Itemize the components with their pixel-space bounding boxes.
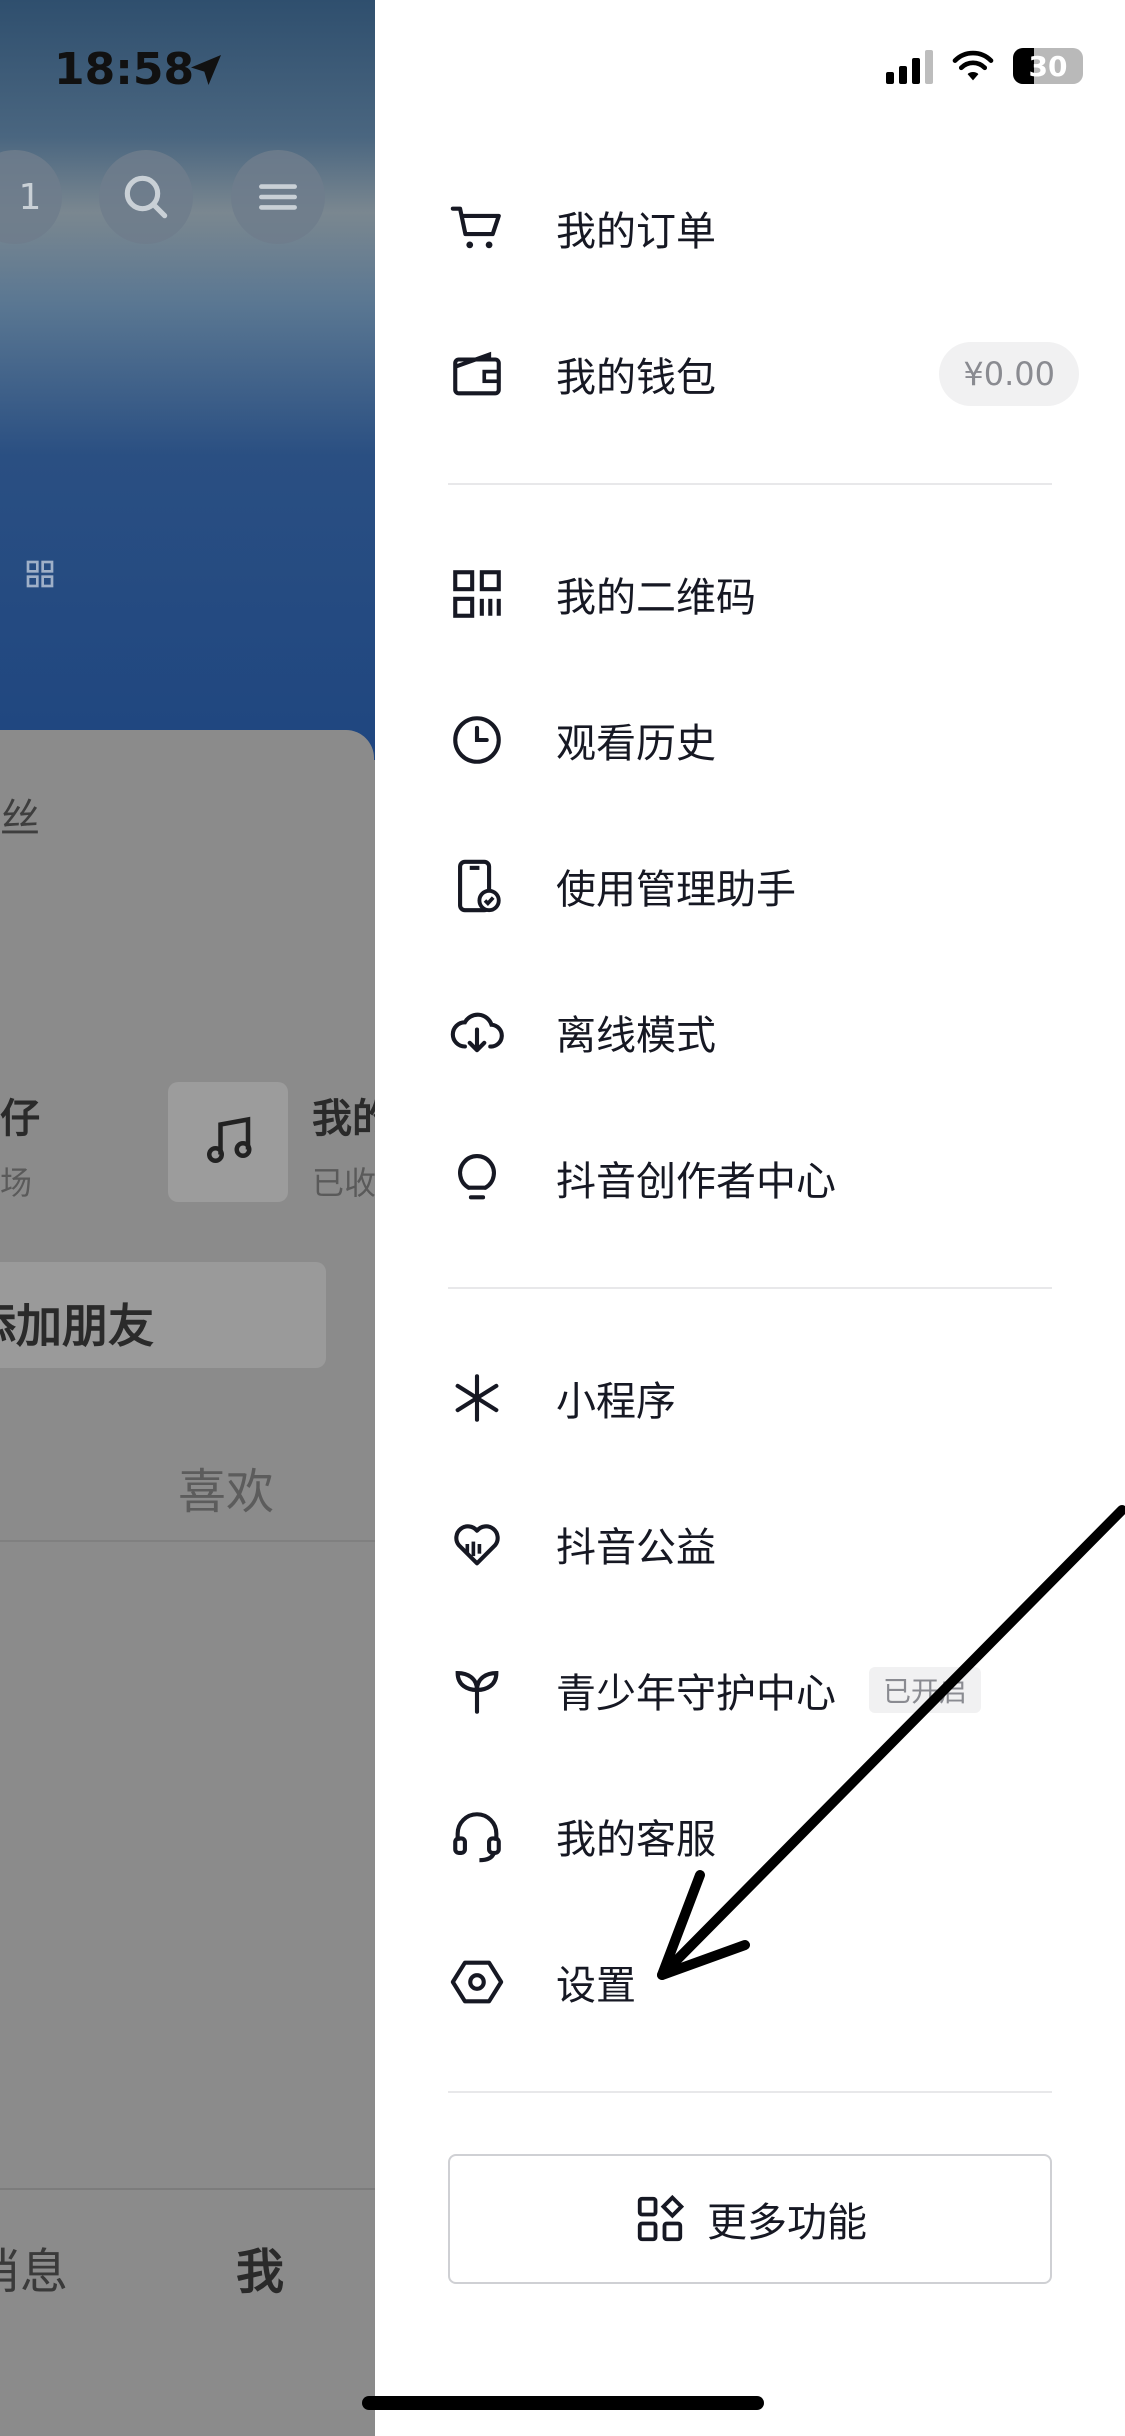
hexagon-settings-icon	[448, 1953, 506, 2011]
music-title: 我的	[312, 1096, 375, 1142]
menu-button[interactable]	[231, 150, 325, 244]
headset-icon	[448, 1807, 506, 1865]
hamburger-icon	[259, 184, 297, 210]
menu-item-settings[interactable]: 设置	[375, 1922, 1125, 2042]
qrcode-icon	[448, 565, 506, 623]
location-arrow-icon	[191, 55, 221, 85]
heart-charity-icon	[448, 1515, 506, 1573]
menu-item-teen-protection[interactable]: 青少年守护中心 已开启	[375, 1630, 1125, 1750]
menu-item-customer-service[interactable]: 我的客服	[375, 1776, 1125, 1896]
more-features-label: 更多功能	[707, 2200, 867, 2246]
add-friend-label: 添加朋友	[0, 1299, 154, 1353]
more-features-button[interactable]: 更多功能	[448, 2154, 1052, 2284]
nav-messages[interactable]: 消息	[0, 2232, 68, 2302]
tabbar-divider	[0, 2188, 375, 2190]
music-note-icon	[207, 1116, 252, 1163]
tabs-divider	[0, 1540, 375, 1542]
menu-item-history[interactable]: 观看历史	[375, 680, 1125, 800]
menu-divider	[448, 483, 1052, 485]
menu-item-qrcode[interactable]: 我的二维码	[375, 534, 1125, 654]
mini-program-icon	[448, 1369, 506, 1427]
tab-likes[interactable]: 喜欢	[178, 1452, 274, 1522]
profile-content-card	[0, 730, 374, 2436]
menu-item-mini-programs[interactable]: 小程序	[375, 1338, 1125, 1458]
menu-divider	[448, 2091, 1052, 2093]
status-indicators: 30	[886, 48, 1083, 84]
menu-item-charity[interactable]: 抖音公益	[375, 1484, 1125, 1604]
cart-icon	[448, 199, 506, 257]
apps-icon	[637, 2194, 685, 2242]
battery-icon: 30	[1013, 48, 1083, 84]
search-button[interactable]	[99, 150, 193, 244]
wallet-icon	[448, 345, 506, 403]
status-time: 18:58	[54, 44, 195, 95]
side-drawer: 30 我的订单 我的钱包 ¥0.00 我的二维码 观看历史 使用管理助手 离线模…	[362, 0, 1125, 2436]
menu-item-usage-assistant[interactable]: 使用管理助手	[375, 826, 1125, 946]
sprout-icon	[448, 1661, 506, 1719]
background-profile-page: 18:58 1 粉丝 子仔 广场 我的 已收 添加朋友 喜欢 消息 我	[0, 0, 375, 2436]
menu-item-offline-mode[interactable]: 离线模式	[375, 972, 1125, 1092]
qrcode-small-icon	[26, 560, 54, 588]
wifi-icon	[952, 50, 994, 81]
lightbulb-icon	[448, 1149, 506, 1207]
phone-check-icon	[448, 857, 506, 915]
home-indicator	[362, 2396, 764, 2410]
music-tile[interactable]	[168, 1082, 288, 1202]
cloud-download-icon	[448, 1003, 506, 1061]
profile-banner	[0, 0, 375, 760]
friend-name: 子仔	[0, 1096, 40, 1142]
menu-item-wallet[interactable]: 我的钱包 ¥0.00	[375, 314, 1125, 434]
menu-item-creator-center[interactable]: 抖音创作者中心	[375, 1118, 1125, 1238]
cellular-signal-icon	[886, 48, 933, 84]
music-sub: 已收	[312, 1164, 375, 1202]
nav-me[interactable]: 我	[236, 2232, 284, 2302]
search-icon	[124, 175, 168, 219]
follower-label: 粉丝	[0, 796, 40, 842]
wallet-balance-badge: ¥0.00	[939, 342, 1079, 406]
teen-mode-status-badge: 已开启	[869, 1667, 982, 1713]
menu-divider	[448, 1287, 1052, 1289]
menu-item-orders[interactable]: 我的订单	[375, 168, 1125, 288]
friend-sub: 广场	[0, 1164, 33, 1202]
clock-icon	[448, 711, 506, 769]
